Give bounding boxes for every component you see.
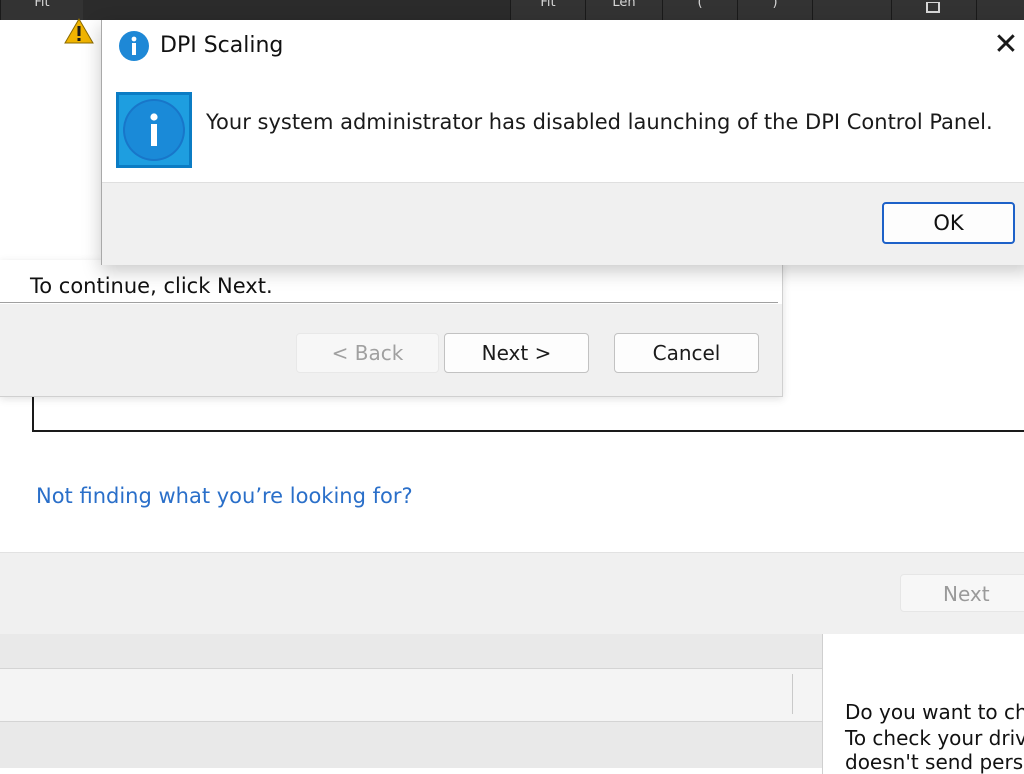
ok-button[interactable]: OK	[882, 202, 1015, 244]
taskbar-button[interactable]: Fit	[0, 0, 83, 20]
taskbar-button[interactable]: Fit	[510, 0, 585, 20]
dpi-scaling-dialog: DPI Scaling ✕ Your system administrator …	[101, 20, 1024, 265]
cancel-button[interactable]: Cancel	[614, 333, 759, 373]
back-button[interactable]: < Back	[296, 333, 439, 373]
window-icon	[926, 1, 940, 13]
taskbar-button[interactable]: (	[662, 0, 737, 20]
background-next-button[interactable]: Next	[900, 574, 1024, 612]
driver-panel-line: doesn't send pers	[845, 750, 1024, 774]
warning-icon	[64, 18, 94, 44]
continue-instruction: To continue, click Next.	[30, 274, 273, 298]
taskbar-strip: Fit Fit Len ( )	[0, 0, 1024, 20]
background-wizard-footer	[0, 552, 1024, 635]
taskbar-button[interactable]	[812, 0, 891, 20]
taskbar-button[interactable]: )	[737, 0, 812, 20]
driver-panel-line: To check your driv	[845, 726, 1024, 750]
taskbar-button[interactable]: Len	[585, 0, 662, 20]
dialog-title: DPI Scaling	[160, 33, 284, 58]
taskbar-button[interactable]	[891, 0, 976, 20]
bottom-row	[0, 668, 822, 722]
wizard-separator	[0, 302, 778, 303]
close-icon[interactable]: ✕	[990, 30, 1022, 62]
not-finding-link[interactable]: Not finding what you’re looking for?	[36, 484, 413, 508]
dialog-message: Your system administrator has disabled l…	[206, 110, 993, 134]
driver-panel-line: Do you want to ch	[845, 700, 1024, 724]
next-button[interactable]: Next >	[444, 333, 589, 373]
driver-check-panel: Do you want to ch To check your driv doe…	[822, 634, 1024, 774]
info-icon	[119, 31, 149, 61]
info-icon	[116, 92, 192, 168]
taskbar-button[interactable]	[976, 0, 1024, 20]
bottom-row-divider	[792, 674, 793, 714]
wizard-dialog: To continue, click Next. < Back Next > C…	[0, 260, 783, 397]
